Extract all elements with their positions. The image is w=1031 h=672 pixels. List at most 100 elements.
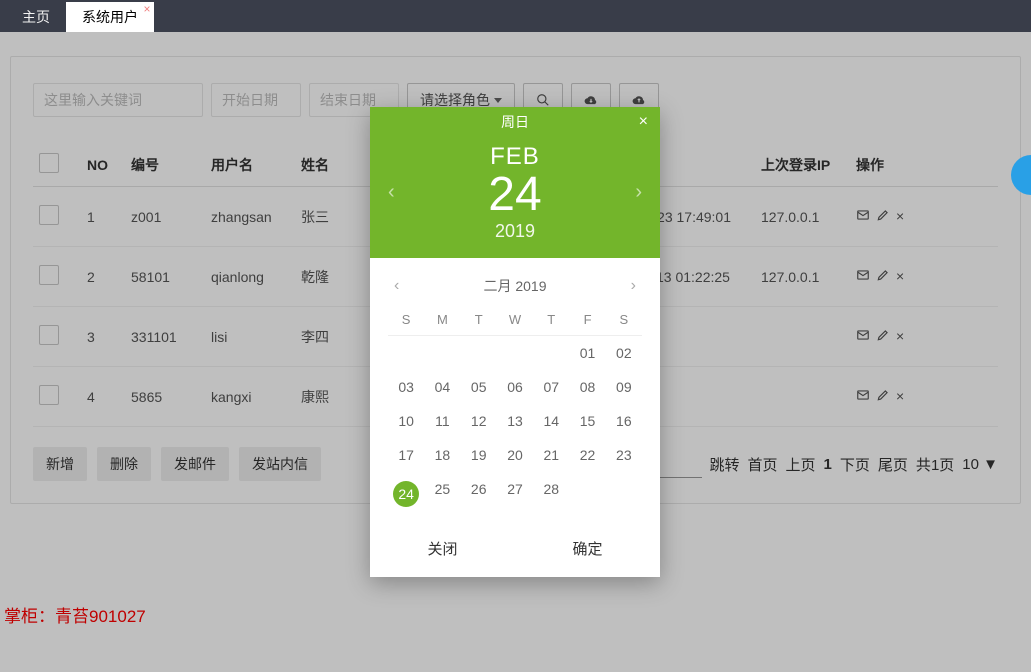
calendar-day[interactable]: 28 [533,472,569,516]
picker-cancel-button[interactable]: 关闭 [427,538,457,559]
pager-first[interactable]: 首页 [748,454,778,475]
row-mail-icon[interactable] [856,388,870,404]
calendar-day[interactable]: 11 [424,404,460,438]
row-mail-icon[interactable] [856,208,870,224]
pager-total: 共1页 [916,454,954,475]
calendar-day[interactable]: 20 [497,438,533,472]
cell-ops: × [850,247,998,307]
cell-username: qianlong [205,247,295,307]
calendar-day[interactable]: 23 [606,438,642,472]
calendar-day[interactable]: 24 [388,472,424,516]
picker-title: 周日 [501,112,529,132]
calendar-day[interactable]: 12 [461,404,497,438]
row-mail-icon[interactable] [856,268,870,284]
delete-button[interactable]: 删除 [97,447,151,481]
close-icon[interactable]: × [140,2,154,16]
pager-next[interactable]: 下页 [840,454,870,475]
calendar-day[interactable]: 09 [606,370,642,404]
calendar-day[interactable]: 17 [388,438,424,472]
keyword-input[interactable] [33,83,203,117]
date-picker: 周日 × ‹ FEB 24 2019 › ‹ 二月 2019 › SMTWTFS… [370,107,660,577]
picker-prev-day[interactable]: ‹ [388,181,395,204]
row-delete-icon[interactable]: × [896,389,904,403]
calendar-day[interactable]: 21 [533,438,569,472]
row-edit-icon[interactable] [876,268,890,284]
calendar-day[interactable]: 26 [461,472,497,516]
cell-username: kangxi [205,367,295,427]
calendar-day[interactable]: 06 [497,370,533,404]
tab-home[interactable]: 主页 [6,2,66,32]
row-delete-icon[interactable]: × [896,269,904,283]
cell-username: lisi [205,307,295,367]
row-edit-icon[interactable] [876,208,890,224]
calendar-day[interactable]: 04 [424,370,460,404]
pager-prev[interactable]: 上页 [786,454,816,475]
cell-no: 2 [81,247,125,307]
row-edit-icon[interactable] [876,328,890,344]
send-sitemsg-button[interactable]: 发站内信 [239,447,321,481]
calendar-day[interactable]: 14 [533,404,569,438]
calendar-day[interactable]: 05 [461,370,497,404]
calendar-day[interactable]: 15 [569,404,605,438]
tab-label: 系统用户 [82,9,138,25]
pager-last[interactable]: 尾页 [878,454,908,475]
calendar-day[interactable]: 03 [388,370,424,404]
calendar-day[interactable]: 02 [606,336,642,370]
weekday-header: S [388,304,424,336]
cell-last-ip [755,367,850,427]
picker-next-month[interactable]: › [631,277,636,295]
cell-code: 5865 [125,367,205,427]
col-last-ip: 上次登录IP [755,143,850,187]
cell-ops: × [850,367,998,427]
cell-no: 4 [81,367,125,427]
send-mail-button[interactable]: 发邮件 [161,447,229,481]
weekday-header: M [424,304,460,336]
calendar-day[interactable]: 01 [569,336,605,370]
calendar-day[interactable]: 27 [497,472,533,516]
cloud-download-icon [584,93,598,107]
col-no: NO [81,143,125,187]
row-mail-icon[interactable] [856,328,870,344]
row-checkbox[interactable] [39,325,59,345]
row-checkbox[interactable] [39,265,59,285]
cloud-upload-icon [632,93,646,107]
row-checkbox[interactable] [39,385,59,405]
cell-last-ip [755,307,850,367]
add-button[interactable]: 新增 [33,447,87,481]
calendar-day[interactable]: 25 [424,472,460,516]
picker-ok-button[interactable]: 确定 [572,538,602,559]
pagination: 条 跳转 首页 上页 1 下页 尾页 共1页 10 ▼ [628,450,998,478]
tab-bar: 主页 系统用户 × [0,0,1031,32]
watermark: 掌柜：青苔901027 [4,602,146,627]
cell-no: 1 [81,187,125,247]
weekday-header: F [569,304,605,336]
row-edit-icon[interactable] [876,388,890,404]
select-all-checkbox[interactable] [39,153,59,173]
cell-code: 331101 [125,307,205,367]
row-checkbox[interactable] [39,205,59,225]
picker-prev-month[interactable]: ‹ [394,277,399,295]
picker-close-icon[interactable]: × [639,113,648,131]
picker-month-label: 二月 2019 [483,276,546,296]
calendar-day[interactable]: 07 [533,370,569,404]
picker-next-day[interactable]: › [635,181,642,204]
pager-pagesize[interactable]: 10 ▼ [962,456,998,473]
picker-month-abbr: FEB [488,143,541,171]
calendar-day[interactable]: 22 [569,438,605,472]
start-date-input[interactable] [211,83,301,117]
calendar-day[interactable]: 19 [461,438,497,472]
weekday-header: W [497,304,533,336]
calendar-day[interactable]: 18 [424,438,460,472]
calendar-day[interactable]: 13 [497,404,533,438]
col-ops: 操作 [850,143,998,187]
tab-system-users[interactable]: 系统用户 × [66,2,154,32]
calendar-day[interactable]: 08 [569,370,605,404]
calendar-day[interactable]: 10 [388,404,424,438]
cell-ops: × [850,307,998,367]
row-delete-icon[interactable]: × [896,329,904,343]
cell-last-ip: 127.0.0.1 [755,187,850,247]
cell-code: 58101 [125,247,205,307]
row-delete-icon[interactable]: × [896,209,904,223]
pager-jump[interactable]: 跳转 [710,454,740,475]
calendar-day[interactable]: 16 [606,404,642,438]
